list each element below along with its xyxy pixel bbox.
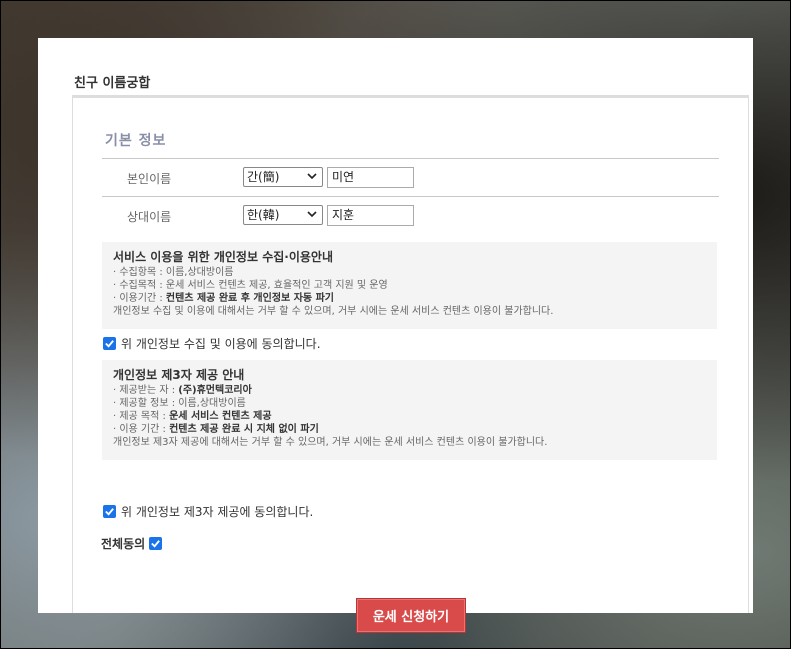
all-agree-row[interactable]: 전체동의	[101, 535, 163, 552]
third-party-info-line: · 이용 기간 : 컨텐츠 제공 완료 시 지체 없이 파기	[113, 423, 706, 436]
partner-name-row: 상대이름 한(韓) 지훈	[102, 197, 719, 234]
privacy-info-title: 서비스 이용을 위한 개인정보 수집·이용안내	[113, 250, 333, 264]
third-party-info-line-bold: 컨텐츠 제공 완료 시 지체 없이 파기	[169, 424, 319, 435]
privacy-info-line: 개인정보 수집 및 이용에 대해서는 거부 할 수 있으며, 거부 시에는 운세…	[113, 306, 554, 317]
third-party-agree-row[interactable]: 위 개인정보 제3자 제공에 동의합니다.	[103, 503, 313, 520]
partner-name-label: 상대이름	[127, 210, 172, 224]
section-title: 기본 정보	[105, 133, 167, 149]
privacy-info-line: · 수집항목 : 이름,상대방이름	[113, 267, 234, 278]
my-surname-select-value: 간(簡)	[247, 170, 280, 184]
privacy-info-line-prefix: · 이용기간 :	[113, 293, 166, 304]
third-party-agree-label: 위 개인정보 제3자 제공에 동의합니다.	[121, 505, 314, 519]
check-icon	[151, 540, 161, 548]
submit-button[interactable]: 운세 신청하기	[356, 598, 466, 633]
partner-surname-select[interactable]: 한(韓)	[243, 205, 323, 225]
chevron-down-icon	[307, 173, 317, 180]
third-party-info-line-bold: (주)휴먼텍코리아	[178, 385, 252, 396]
my-name-row: 본인이름 간(簡) 미연	[102, 159, 719, 197]
privacy-agree-label: 위 개인정보 수집 및 이용에 동의합니다.	[121, 337, 321, 351]
privacy-agree-checkbox[interactable]	[103, 337, 116, 350]
all-agree-checkbox[interactable]	[149, 537, 163, 550]
my-surname-select[interactable]: 간(簡)	[243, 167, 323, 187]
check-icon	[105, 340, 114, 348]
privacy-agree-row[interactable]: 위 개인정보 수집 및 이용에 동의합니다.	[103, 335, 321, 352]
all-agree-label: 전체동의	[101, 537, 146, 551]
form-box: 기본 정보 본인이름 간(簡) 미연 상대이름 한(韓) 지훈 서비스 이용을	[72, 95, 749, 633]
third-party-info-line: · 제공할 정보 : 이름,상대방이름	[113, 398, 246, 409]
third-party-info-line-prefix: · 이용 기간 :	[113, 424, 170, 435]
partner-surname-select-value: 한(韓)	[247, 208, 280, 222]
chevron-down-icon	[307, 211, 317, 218]
privacy-info-line: · 수집목적 : 운세 서비스 컨텐츠 제공, 효율적인 고객 지원 및 운영	[113, 280, 388, 291]
check-icon	[105, 508, 114, 516]
privacy-info-line: · 이용기간 : 컨텐츠 제공 완료 후 개인정보 자동 파기	[113, 292, 706, 305]
third-party-info-line: 개인정보 제3자 제공에 대해서는 거부 할 수 있으며, 거부 시에는 운세 …	[113, 437, 548, 448]
form-panel: 친구 이름궁합 기본 정보 본인이름 간(簡) 미연 상대이름 한(韓) 지훈	[38, 38, 753, 633]
privacy-info-line-bold: 컨텐츠 제공 완료 후 개인정보 자동 파기	[165, 293, 334, 304]
privacy-info-box: 서비스 이용을 위한 개인정보 수집·이용안내 · 수집항목 : 이름,상대방이…	[102, 242, 717, 329]
name-form-table: 본인이름 간(簡) 미연 상대이름 한(韓) 지훈	[102, 158, 719, 234]
third-party-info-line-prefix: · 제공 목적 :	[113, 411, 170, 422]
third-party-info-title: 개인정보 제3자 제공 안내	[113, 368, 245, 382]
my-name-label: 본인이름	[127, 172, 172, 186]
third-party-info-line: · 제공받는 자 : (주)휴먼텍코리아	[113, 384, 706, 397]
partner-name-input[interactable]: 지훈	[327, 205, 414, 226]
page-title: 친구 이름궁합	[74, 76, 151, 91]
third-party-info-line: · 제공 목적 : 운세 서비스 컨텐츠 제공	[113, 410, 706, 423]
third-party-info-line-prefix: · 제공받는 자 :	[113, 385, 179, 396]
third-party-info-box: 개인정보 제3자 제공 안내 · 제공받는 자 : (주)휴먼텍코리아 · 제공…	[102, 360, 717, 460]
my-name-input[interactable]: 미연	[327, 167, 414, 188]
third-party-info-line-bold: 운세 서비스 컨텐츠 제공	[169, 411, 272, 422]
third-party-agree-checkbox[interactable]	[103, 505, 116, 518]
